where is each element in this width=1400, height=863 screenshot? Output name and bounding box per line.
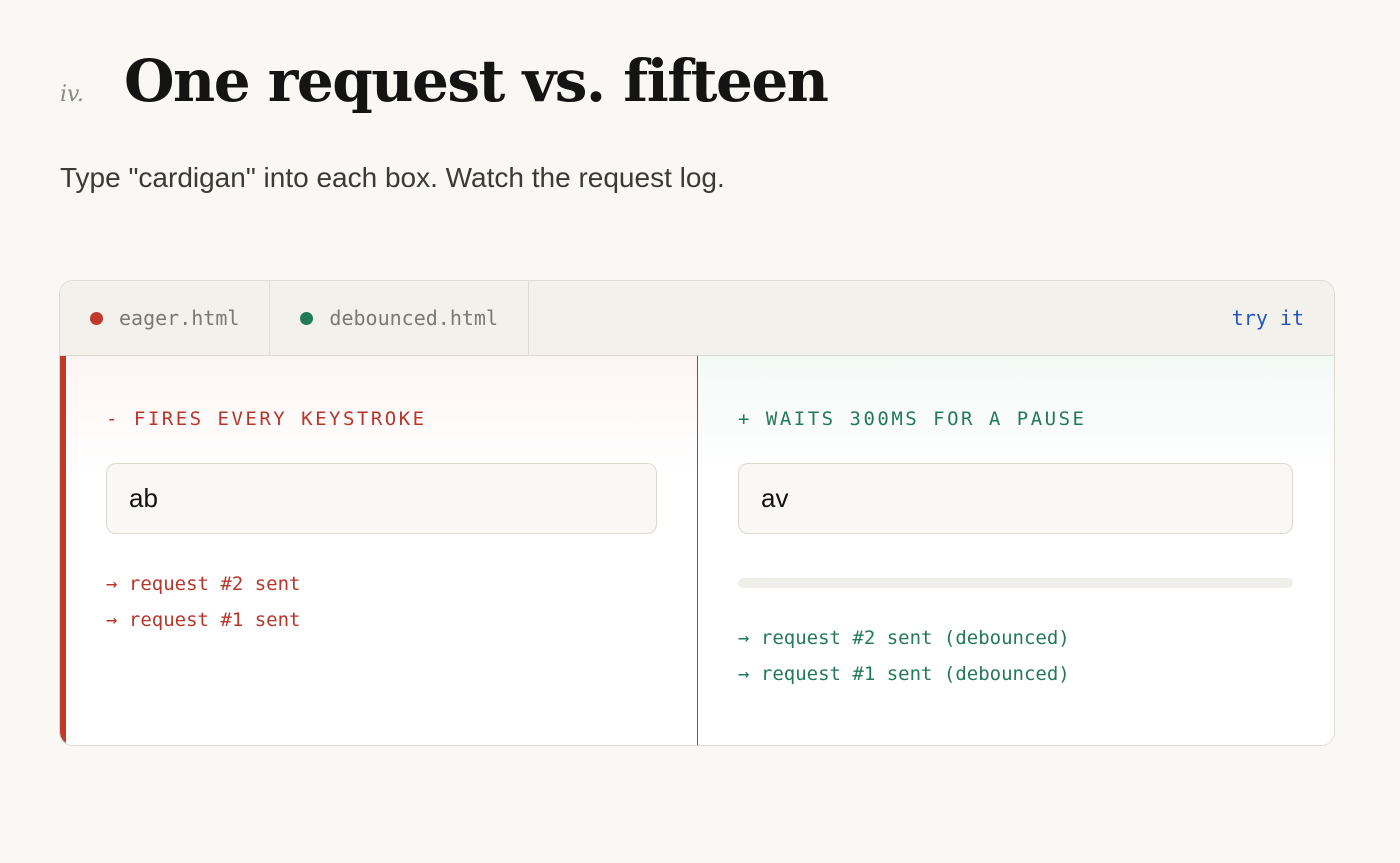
tab-bar-spacer	[529, 281, 1232, 355]
eager-pane: - FIRES EVERY KEYSTROKE → request #2 sen…	[60, 356, 697, 745]
log-entry: → request #2 sent	[106, 573, 301, 595]
eager-input[interactable]	[106, 463, 657, 534]
debounced-pane: + WAITS 300MS FOR A PAUSE → request #2 s…	[697, 356, 1334, 745]
page-subtitle: Type "cardigan" into each box. Watch the…	[60, 162, 725, 193]
demo-panel: eager.html debounced.html try it - FIRES…	[59, 280, 1335, 746]
tab-label: eager.html	[119, 306, 240, 330]
red-dot-icon	[90, 311, 103, 325]
section-number: iv.	[60, 82, 84, 107]
log-entry: → request #1 sent	[106, 609, 301, 631]
tab-eager-html[interactable]: eager.html	[60, 281, 271, 355]
debounced-heading: + WAITS 300MS FOR A PAUSE	[738, 408, 1087, 430]
debounce-progress-bar	[738, 578, 1293, 588]
debounced-request-log: → request #2 sent (debounced) → request …	[738, 628, 1070, 700]
tab-debounced-html[interactable]: debounced.html	[270, 281, 529, 355]
page-title: One request vs. fifteen	[124, 47, 829, 115]
eager-request-log: → request #2 sent → request #1 sent	[106, 574, 300, 646]
log-entry: → request #1 sent (debounced)	[738, 663, 1070, 685]
log-entry: → request #2 sent (debounced)	[738, 627, 1070, 649]
tab-label: debounced.html	[329, 306, 498, 330]
green-dot-icon	[300, 311, 314, 325]
try-it-link[interactable]: try it	[1232, 281, 1334, 355]
section-header: iv. One request vs. fifteen	[60, 47, 829, 115]
eager-heading: - FIRES EVERY KEYSTROKE	[106, 408, 427, 430]
debounced-input[interactable]	[738, 463, 1293, 534]
tab-bar: eager.html debounced.html try it	[60, 281, 1334, 356]
